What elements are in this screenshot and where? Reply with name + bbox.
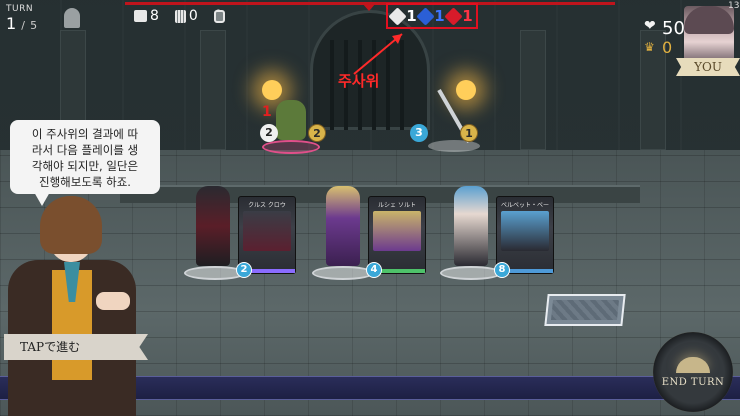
game-stage: TURN 1 / 5 8 0 0 1 1 1 — [0, 0, 740, 416]
deck-count: 8 — [150, 8, 159, 24]
hero-velvet[interactable] — [454, 186, 488, 266]
player-panel: ❤ 50 ♛ 0 YOU — [640, 6, 740, 84]
hero-base — [312, 266, 374, 280]
card-cost: 8 — [494, 262, 510, 278]
die-red: 1 — [444, 6, 473, 26]
turn-total: 5 — [30, 19, 38, 32]
guide-hand — [96, 292, 130, 310]
die-white-value: 1 — [406, 7, 417, 25]
annotation-label: 주사위 — [338, 72, 380, 90]
dialog-line: 각해야 되지만, 일단은 — [31, 159, 139, 173]
deck-counter: 8 — [134, 8, 159, 24]
trash-icon — [174, 9, 186, 23]
card-art — [373, 211, 421, 251]
discard-count: 0 — [188, 8, 198, 24]
dialog-line: 진행해보도록 하죠. — [39, 175, 131, 189]
hero-crus[interactable] — [196, 186, 230, 266]
card-name: ベルベット・ベール — [500, 202, 549, 209]
screen-number: 13 — [728, 1, 740, 11]
dice-results: 1 1 1 — [386, 3, 478, 29]
enemy-base-sword — [428, 140, 480, 152]
pillar — [200, 30, 226, 150]
graveyard-icon[interactable] — [64, 8, 80, 28]
enemy-goblin[interactable] — [276, 100, 306, 140]
speech-bubble-tail — [34, 192, 50, 206]
sun-icon — [676, 356, 710, 373]
player-name-ribbon: YOU — [676, 58, 740, 76]
enemy-token-right: 2 — [308, 124, 326, 142]
end-turn-button[interactable]: END TURN — [653, 332, 733, 412]
die-blue-value: 1 — [434, 7, 445, 25]
enemy-base-goblin — [262, 140, 320, 154]
hero-base — [440, 266, 502, 280]
deck-pattern — [550, 300, 620, 320]
lamp-left — [262, 80, 282, 100]
blue-die-icon — [416, 6, 435, 26]
white-die-icon — [388, 6, 407, 26]
turn-current: 1 — [6, 14, 17, 33]
pillar — [520, 30, 546, 150]
dialog-line: 라서 다음 플레이를 생 — [31, 143, 139, 157]
red-die-icon — [444, 6, 463, 26]
die-white: 1 — [388, 6, 417, 26]
turn-counter: TURN 1 / 5 — [6, 4, 58, 42]
tap-to-continue-button[interactable]: TAPで進む — [4, 334, 148, 360]
player-gold: 0 — [662, 38, 673, 57]
enemy-token-left: 2 — [260, 124, 278, 142]
deck-icon — [134, 10, 147, 22]
die-red-value: 1 — [462, 7, 473, 25]
turn-value: 1 / 5 — [6, 14, 58, 33]
end-turn-label: END TURN — [661, 376, 725, 388]
card-cost: 2 — [236, 262, 252, 278]
card-art — [501, 211, 549, 251]
lamp-right — [456, 80, 476, 100]
die-blue: 1 — [416, 6, 445, 26]
enemy-token-left: 3 — [410, 124, 428, 142]
speech-bubble: 이 주사위의 결과에 따 라서 다음 플레이를 생 각해야 되지만, 일단은 진… — [10, 120, 160, 194]
enemy-token-right: 1 — [460, 124, 478, 142]
guide-character — [0, 196, 150, 416]
turn-separator: / — [21, 19, 25, 32]
draw-pile[interactable] — [544, 294, 626, 326]
attack-indicator: 1 — [262, 104, 272, 120]
crown-icon: ♛ — [644, 40, 655, 54]
card-icon — [213, 9, 225, 23]
discard-counter: 0 — [174, 8, 198, 24]
turn-label: TURN — [6, 4, 34, 14]
card-art — [243, 211, 291, 251]
card-name: クルス クロウ — [248, 202, 286, 209]
resource-counters: 8 0 0 — [134, 8, 225, 24]
card-cost: 4 — [366, 262, 382, 278]
card-name: ルシェ ソルト — [378, 202, 416, 209]
dialog-line: 이 주사위의 결과에 따 — [31, 127, 139, 141]
heart-icon: ❤ — [644, 18, 656, 34]
hero-luche[interactable] — [326, 186, 360, 266]
card-counter: 0 — [213, 8, 225, 24]
player-hp: 50 — [662, 18, 685, 39]
